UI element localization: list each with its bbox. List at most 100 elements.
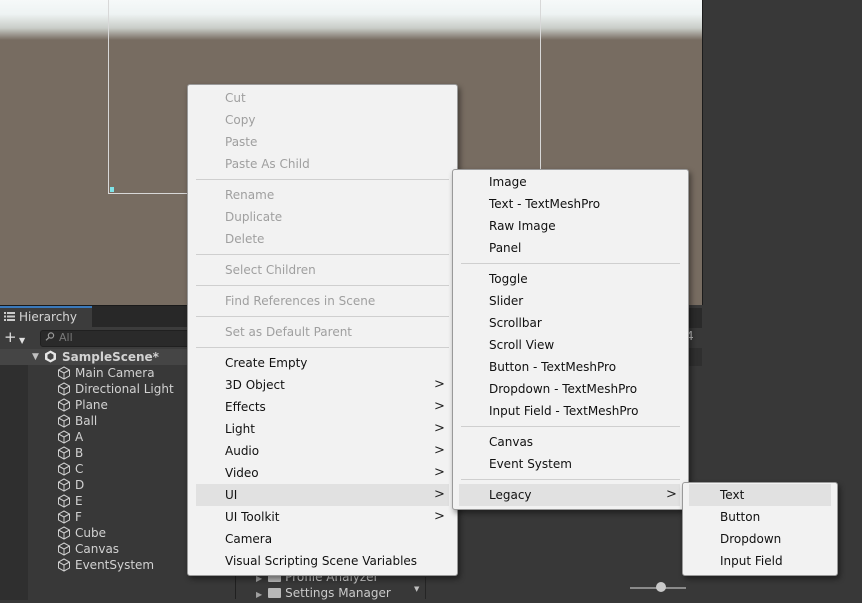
- chevron-right-icon: >: [434, 509, 445, 524]
- menu-item-label: Raw Image: [489, 219, 556, 233]
- hierarchy-item-label: C: [75, 462, 84, 476]
- menu-item-scrollbar[interactable]: Scrollbar: [453, 312, 688, 334]
- menu-item-toggle[interactable]: Toggle: [453, 268, 688, 290]
- search-placeholder: All: [59, 331, 73, 344]
- menu-item-text-textmeshpro[interactable]: Text - TextMeshPro: [453, 193, 688, 215]
- menu-item-canvas[interactable]: Canvas: [453, 431, 688, 453]
- menu-item-paste: Paste: [188, 131, 457, 153]
- chevron-right-icon: >: [434, 377, 445, 392]
- menu-item-label: Camera: [225, 532, 273, 546]
- menu-separator: [196, 347, 449, 348]
- gameobject-cube-icon: [57, 382, 71, 396]
- menu-item-label: Delete: [225, 232, 265, 246]
- add-object-button[interactable]: + ▼: [4, 329, 32, 347]
- menu-item-label: Paste As Child: [225, 157, 310, 171]
- context-menu: Cut Copy Paste Paste As Child Rename Duplicat…: [187, 84, 458, 576]
- menu-item-label: Panel: [489, 241, 522, 255]
- chevron-right-icon: >: [434, 399, 445, 414]
- menu-item-label: Canvas: [489, 435, 534, 449]
- menu-item-button-textmeshpro[interactable]: Button - TextMeshPro: [453, 356, 688, 378]
- menu-item-create-empty[interactable]: Create Empty: [188, 352, 457, 374]
- menu-item-label: Dropdown - TextMeshPro: [489, 382, 638, 396]
- menu-item-effects[interactable]: Effects >: [188, 396, 457, 418]
- menu-item-event-system[interactable]: Event System: [453, 453, 688, 475]
- expand-arrow-icon[interactable]: ▼: [32, 349, 39, 365]
- menu-item-label: Duplicate: [225, 210, 283, 224]
- menu-item-ui-toolkit[interactable]: UI Toolkit >: [188, 506, 457, 528]
- menu-item-slider[interactable]: Slider: [453, 290, 688, 312]
- menu-item-label: UI Toolkit: [225, 510, 280, 524]
- menu-item-image[interactable]: Image: [453, 171, 688, 193]
- menu-item-find-references-in-scene: Find References in Scene: [188, 290, 457, 312]
- chevron-down-icon: ▼: [19, 336, 26, 345]
- menu-item-label: Effects: [225, 400, 266, 414]
- menu-item-label: Scrollbar: [489, 316, 542, 330]
- menu-item-audio[interactable]: Audio >: [188, 440, 457, 462]
- gameobject-cube-icon: [57, 366, 71, 380]
- menu-item-input-field[interactable]: Input Field: [683, 550, 837, 572]
- menu-item-label: 3D Object: [225, 378, 285, 392]
- gameobject-cube-icon: [57, 398, 71, 412]
- scene-gizmo-marker: [110, 187, 114, 192]
- menu-item-scroll-view[interactable]: Scroll View: [453, 334, 688, 356]
- menu-item-label: Scroll View: [489, 338, 555, 352]
- menu-item-label: UI: [225, 488, 238, 502]
- gameobject-cube-icon: [57, 414, 71, 428]
- expand-arrow-icon[interactable]: ▶: [256, 590, 262, 599]
- hierarchy-item-label: A: [75, 430, 84, 444]
- chevron-right-icon: >: [434, 465, 445, 480]
- menu-item-dropdown-textmeshpro[interactable]: Dropdown - TextMeshPro: [453, 378, 688, 400]
- menu-item-label: Text: [720, 488, 745, 502]
- unity-logo-icon: [44, 350, 57, 363]
- menu-item-video[interactable]: Video >: [188, 462, 457, 484]
- tab-hierarchy-label: Hierarchy: [19, 310, 78, 324]
- chevron-right-icon: >: [434, 487, 445, 502]
- menu-item-camera[interactable]: Camera: [188, 528, 457, 550]
- hierarchy-item-label: D: [75, 478, 85, 492]
- chevron-right-icon: >: [666, 487, 677, 502]
- menu-item-visual-scripting-scene-variables[interactable]: Visual Scripting Scene Variables: [188, 550, 457, 572]
- menu-item-legacy[interactable]: Legacy >: [459, 484, 680, 506]
- menu-item-dropdown[interactable]: Dropdown: [683, 528, 837, 550]
- gameobject-cube-icon: [57, 542, 71, 556]
- menu-separator: [461, 479, 680, 480]
- menu-item-copy: Copy: [188, 109, 457, 131]
- hierarchy-item-label: F: [75, 510, 82, 524]
- zoom-slider-handle[interactable]: [656, 582, 666, 592]
- menu-item-raw-image[interactable]: Raw Image: [453, 215, 688, 237]
- menu-item-ui[interactable]: UI >: [196, 484, 449, 506]
- menu-item-label: Dropdown: [720, 532, 782, 546]
- list-icon: [4, 309, 16, 327]
- menu-item-label: Video: [225, 466, 259, 480]
- menu-item-label: Input Field - TextMeshPro: [489, 404, 639, 418]
- gameobject-cube-icon: [57, 430, 71, 444]
- hierarchy-item-label: Plane: [75, 398, 108, 412]
- scene-skybox: [0, 0, 702, 40]
- chevron-down-icon[interactable]: ▼: [414, 585, 419, 593]
- chevron-right-icon: >: [434, 443, 445, 458]
- menu-item-light[interactable]: Light >: [188, 418, 457, 440]
- gameobject-cube-icon: [57, 558, 71, 572]
- menu-separator: [461, 426, 680, 427]
- menu-item-cut: Cut: [188, 87, 457, 109]
- menu-item-panel[interactable]: Panel: [453, 237, 688, 259]
- menu-item-label: Event System: [489, 457, 572, 471]
- tab-hierarchy[interactable]: Hierarchy: [0, 306, 92, 327]
- menu-item-paste-as-child: Paste As Child: [188, 153, 457, 175]
- legacy-submenu: Text Button Dropdown Input Field: [682, 482, 838, 576]
- menu-item-label: Audio: [225, 444, 260, 458]
- menu-item-3d-object[interactable]: 3D Object >: [188, 374, 457, 396]
- scene-name: SampleScene*: [62, 350, 159, 364]
- menu-item-label: Create Empty: [225, 356, 308, 370]
- hierarchy-item-label: Directional Light: [75, 382, 174, 396]
- menu-item-text[interactable]: Text: [689, 484, 831, 506]
- menu-item-label: Image: [489, 175, 527, 189]
- gameobject-cube-icon: [57, 462, 71, 476]
- menu-separator: [196, 285, 449, 286]
- gameobject-cube-icon: [57, 526, 71, 540]
- folder-icon: [268, 588, 282, 598]
- menu-item-input-field-textmeshpro[interactable]: Input Field - TextMeshPro: [453, 400, 688, 422]
- menu-item-label: Button - TextMeshPro: [489, 360, 617, 374]
- menu-item-button[interactable]: Button: [683, 506, 837, 528]
- menu-item-select-children: Select Children: [188, 259, 457, 281]
